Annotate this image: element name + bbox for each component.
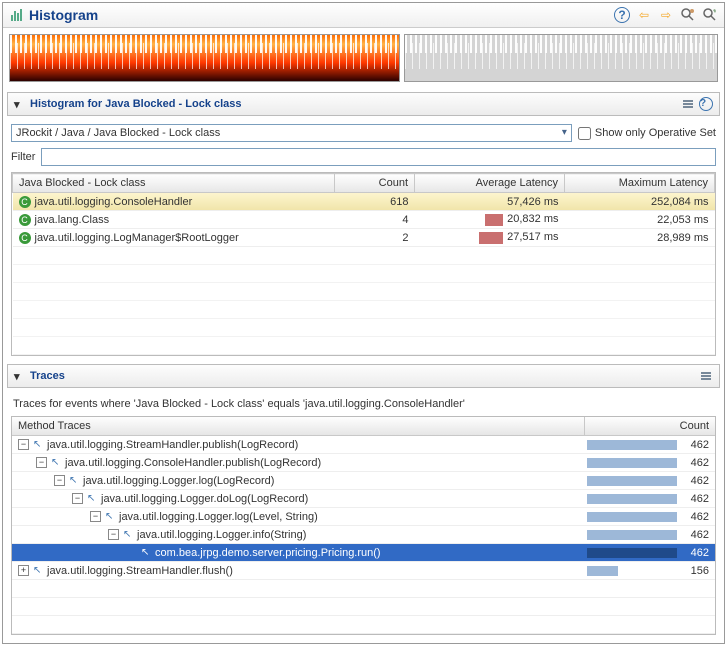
max-cell: 252,084 ms xyxy=(565,193,715,211)
twisty-down-icon: ▾ xyxy=(14,370,26,383)
expander-icon[interactable]: − xyxy=(54,475,65,486)
expander-icon[interactable]: − xyxy=(90,511,101,522)
count-value: 462 xyxy=(691,475,709,487)
count-value: 462 xyxy=(691,511,709,523)
class-icon: C xyxy=(19,196,31,208)
nav-back-button[interactable]: ⇦ xyxy=(636,7,652,23)
class-icon: C xyxy=(19,214,31,226)
method-icon: ↖ xyxy=(33,565,43,576)
method-name: java.util.logging.StreamHandler.publish(… xyxy=(47,439,298,451)
class-name: java.lang.Class xyxy=(35,214,110,226)
method-name: java.util.logging.Logger.log(Level, Stri… xyxy=(119,511,318,523)
avg-cell: 57,426 ms xyxy=(415,193,565,211)
zoom-person-button[interactable] xyxy=(680,7,696,23)
table-row[interactable]: Cjava.util.logging.LogManager$RootLogger… xyxy=(13,229,715,247)
expander-icon[interactable]: + xyxy=(18,565,29,576)
help-icon: ? xyxy=(614,7,630,23)
expander-icon[interactable]: − xyxy=(18,439,29,450)
histogram-table: Java Blocked - Lock class Count Average … xyxy=(11,172,716,356)
max-cell: 28,989 ms xyxy=(565,229,715,247)
trace-row[interactable]: −↖ java.util.logging.Logger.doLog(LogReco… xyxy=(12,490,715,508)
filter-input[interactable] xyxy=(41,148,716,166)
twisty-down-icon: ▾ xyxy=(14,98,26,111)
timeline-rest[interactable] xyxy=(404,34,718,82)
breadcrumb-select[interactable]: JRockit / Java / Java Blocked - Lock cla… xyxy=(11,124,572,142)
expander-icon[interactable]: − xyxy=(108,529,119,540)
col-count[interactable]: Count xyxy=(585,417,715,435)
method-name: java.util.logging.Logger.doLog(LogRecord… xyxy=(101,493,308,505)
settings-button[interactable] xyxy=(702,7,718,23)
class-name: java.util.logging.LogManager$RootLogger xyxy=(35,232,239,244)
method-icon: ↖ xyxy=(51,457,61,468)
expander-icon[interactable]: − xyxy=(36,457,47,468)
trace-row[interactable]: + ↖ java.util.logging.StreamHandler.flush(… xyxy=(12,562,715,580)
count-cell: 4 xyxy=(335,211,415,229)
section-title: Histogram for Java Blocked - Lock class xyxy=(30,98,242,110)
count-value: 462 xyxy=(691,529,709,541)
trace-row[interactable]: −↖ java.util.logging.ConsoleHandler.publi… xyxy=(12,454,715,472)
method-name: java.util.logging.Logger.log(LogRecord) xyxy=(83,475,274,487)
expander-icon[interactable]: − xyxy=(72,493,83,504)
class-name: java.util.logging.ConsoleHandler xyxy=(35,196,193,208)
trace-row[interactable]: −↖ java.util.logging.StreamHandler.publis… xyxy=(12,436,715,454)
col-count[interactable]: Count xyxy=(335,174,415,193)
traces-section-header[interactable]: ▾ Traces xyxy=(7,364,720,388)
table-row[interactable]: Cjava.util.logging.ConsoleHandler 61857,4… xyxy=(13,193,715,211)
breadcrumb-value: JRockit / Java / Java Blocked - Lock cla… xyxy=(16,127,220,139)
section-help-button[interactable]: ? xyxy=(699,97,713,111)
method-name: java.util.logging.ConsoleHandler.publish… xyxy=(65,457,321,469)
col-max[interactable]: Maximum Latency xyxy=(565,174,715,193)
method-name: java.util.logging.Logger.info(String) xyxy=(137,529,306,541)
table-row[interactable]: Cjava.lang.Class 420,832 ms22,053 ms xyxy=(13,211,715,229)
trace-row[interactable]: −↖ java.util.logging.Logger.info(String) 4… xyxy=(12,526,715,544)
method-name: com.bea.jrpg.demo.server.pricing.Pricing… xyxy=(155,547,381,559)
help-button[interactable]: ? xyxy=(614,7,630,23)
section-title: Traces xyxy=(30,370,65,382)
method-icon: ↖ xyxy=(87,493,97,504)
count-cell: 618 xyxy=(335,193,415,211)
count-value: 462 xyxy=(691,547,709,559)
col-class[interactable]: Java Blocked - Lock class xyxy=(13,174,335,193)
title-bar: Histogram ? ⇦ ⇨ xyxy=(3,3,724,28)
method-icon: ↖ xyxy=(141,547,151,558)
nav-forward-button[interactable]: ⇨ xyxy=(658,7,674,23)
trace-row[interactable]: −↖ java.util.logging.Logger.log(LogRecord… xyxy=(12,472,715,490)
count-value: 462 xyxy=(691,439,709,451)
col-method[interactable]: Method Traces xyxy=(12,417,585,435)
traces-description: Traces for events where 'Java Blocked - … xyxy=(3,392,724,416)
count-value: 462 xyxy=(691,457,709,469)
operative-set-checkbox[interactable]: Show only Operative Set xyxy=(578,127,716,140)
timeline-overview xyxy=(3,28,724,88)
method-icon: ↖ xyxy=(105,511,115,522)
page-title: Histogram xyxy=(29,7,614,23)
operative-set-input[interactable] xyxy=(578,127,591,140)
method-icon: ↖ xyxy=(69,475,79,486)
section-view-button[interactable] xyxy=(699,369,713,383)
operative-set-label: Show only Operative Set xyxy=(595,127,716,139)
method-icon: ↖ xyxy=(33,439,43,450)
section-view-button[interactable] xyxy=(681,97,695,111)
histogram-section-header[interactable]: ▾ Histogram for Java Blocked - Lock clas… xyxy=(7,92,720,116)
trace-row[interactable]: −↖ java.util.logging.Logger.log(Level, St… xyxy=(12,508,715,526)
avg-cell: 27,517 ms xyxy=(415,229,565,247)
timeline-selected[interactable] xyxy=(9,34,400,82)
count-value: 462 xyxy=(691,493,709,505)
help-icon: ? xyxy=(699,97,713,111)
trace-row[interactable]: ↖ com.bea.jrpg.demo.server.pricing.Pricin… xyxy=(12,544,715,562)
col-avg[interactable]: Average Latency xyxy=(415,174,565,193)
avg-cell: 20,832 ms xyxy=(415,211,565,229)
histogram-icon xyxy=(9,7,25,23)
class-icon: C xyxy=(19,232,31,244)
filter-label: Filter xyxy=(11,151,35,163)
method-icon: ↖ xyxy=(123,529,133,540)
max-cell: 22,053 ms xyxy=(565,211,715,229)
count-value: 156 xyxy=(691,565,709,577)
count-cell: 2 xyxy=(335,229,415,247)
method-name: java.util.logging.StreamHandler.flush() xyxy=(47,565,233,577)
traces-table: Method Traces Count −↖java.util.logging.… xyxy=(11,416,716,635)
